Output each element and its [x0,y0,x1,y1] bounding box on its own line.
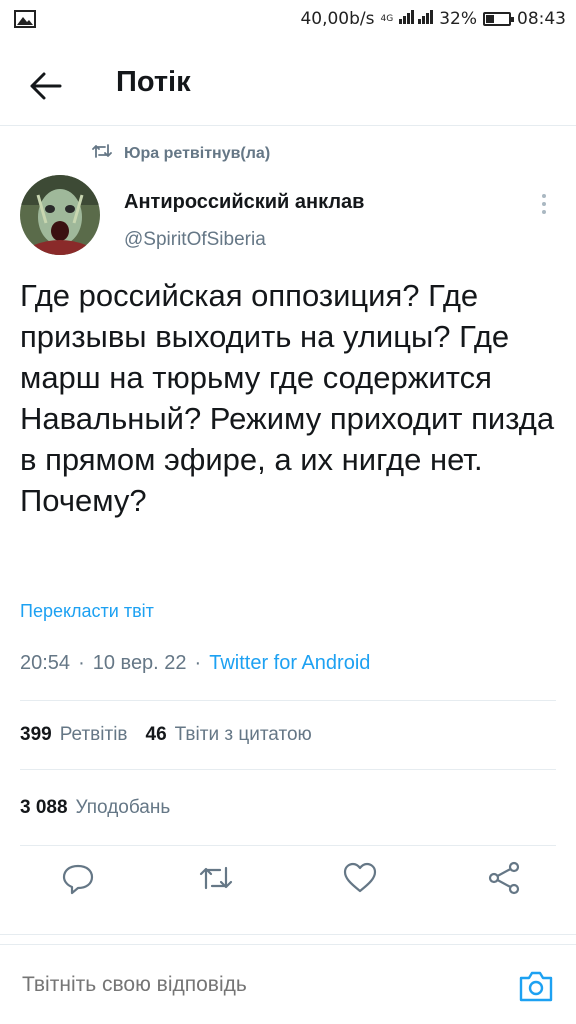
battery-percent: 32% [439,8,477,29]
tweet-time: 20:54 [20,652,71,674]
author-name[interactable]: Антироссийский анклав [124,191,364,214]
page-title: Потік [116,66,191,98]
likes-label: Уподобань [75,796,171,818]
top-app-bar: Потік [0,48,576,126]
arrow-left-icon[interactable] [28,70,64,102]
retweet-icon[interactable] [196,858,236,898]
gallery-notification-icon [14,10,36,33]
reply-icon[interactable] [58,858,98,898]
tweet-text: Где российская оппозиция? Где призывы вы… [20,278,555,518]
retweets-stat[interactable]: 399 Ретвітів [20,724,128,746]
tweet-meta: 20:54 · 10 вер. 22 · Twitter for Android [20,652,370,675]
tweet-actions [0,858,576,902]
tweet-source[interactable]: Twitter for Android [209,652,370,675]
camera-icon[interactable] [518,969,554,1003]
quotes-stat[interactable]: 46 Твіти з цитатою [146,724,312,746]
translate-link[interactable]: Перекласти твіт [20,601,154,622]
retweet-indicator[interactable]: Юра ретвітнув(ла) [92,143,270,164]
likes-stats[interactable]: 3 088 Уподобань [20,770,556,846]
avatar[interactable] [20,175,100,255]
network-type: 4G [380,13,394,24]
quotes-label: Твіти з цитатою [174,724,312,745]
meta-separator: · [78,652,85,674]
likes-count: 3 088 [20,796,68,818]
reply-composer [0,944,576,1024]
quotes-count: 46 [145,724,167,745]
status-indicators: 40,00b/s 4G 32% 08:43 [300,8,566,29]
heart-icon[interactable] [340,858,380,898]
share-icon[interactable] [484,858,524,898]
status-bar: 40,00b/s 4G 32% 08:43 [0,0,576,40]
retweets-count: 399 [20,724,52,745]
retweets-label: Ретвітів [59,724,128,745]
clock: 08:43 [517,8,566,29]
retweeted-by-label: Юра ретвітнув(ла) [124,144,271,162]
retweet-icon [92,143,112,164]
more-vertical-icon[interactable] [534,192,554,216]
battery-icon [483,11,514,26]
retweet-stats: 399 Ретвітів 46 Твіти з цитатою [20,700,556,770]
signal-icon [399,8,434,29]
meta-separator: · [194,652,202,674]
tweet-date: 10 вер. 22 [92,652,187,674]
reply-input[interactable] [22,973,462,997]
author-handle[interactable]: @SpiritOfSiberia [124,229,266,251]
network-speed: 40,00b/s [300,8,375,29]
